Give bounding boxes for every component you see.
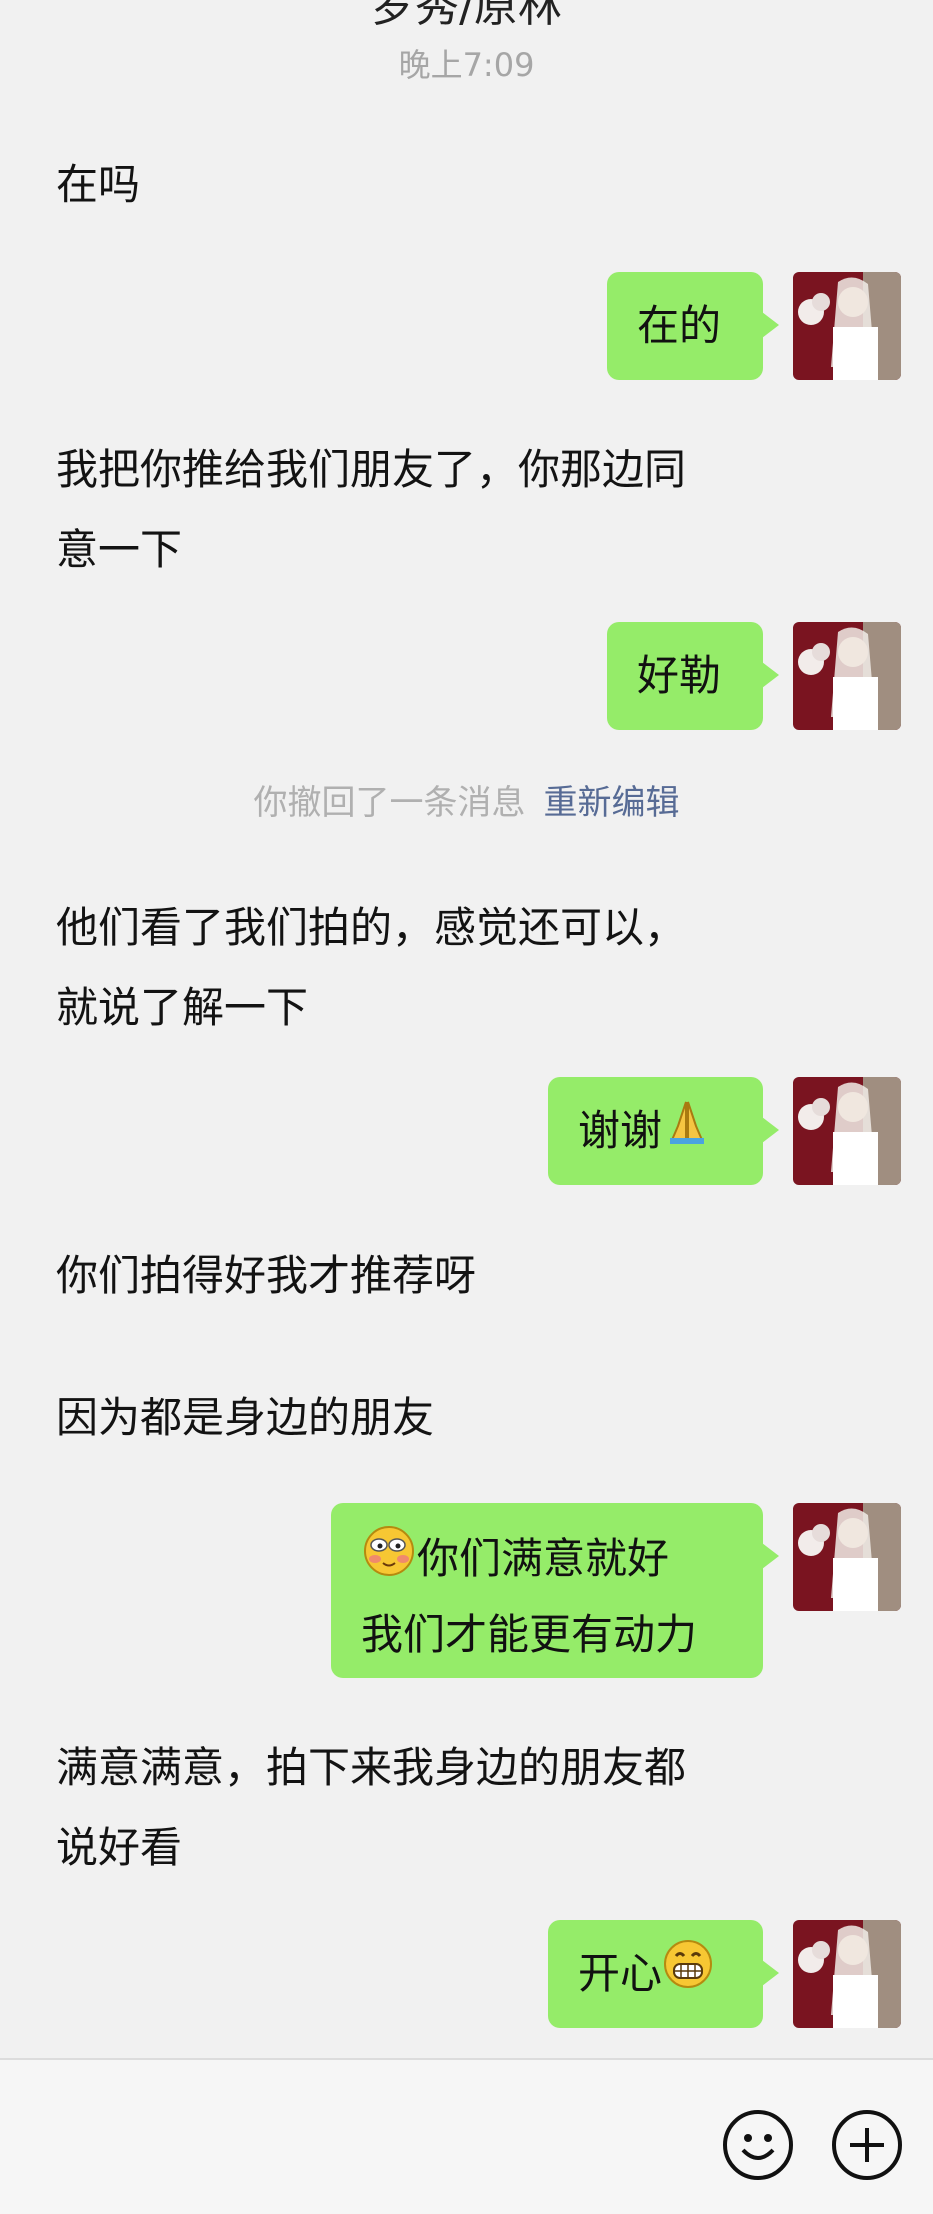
avatar[interactable] (793, 272, 901, 380)
message-text-line: 我把你推给我们朋友了，你那边同 (56, 445, 687, 494)
grin-emoji-icon (662, 1938, 714, 2011)
incoming-message: 因为都是身边的朋友 (56, 1378, 756, 1458)
avatar[interactable] (793, 1920, 901, 2028)
message-text: 开心 (578, 1949, 663, 1998)
outgoing-bubble[interactable]: 好勒 (607, 622, 779, 730)
recall-notice: 你撤回了一条消息 重新编辑 (0, 775, 933, 824)
message-text-line: 满意满意，拍下来我身边的朋友都 (56, 1743, 687, 1792)
message-text-line: 我们才能更有动力 (361, 1610, 698, 1659)
outgoing-bubble[interactable]: 在的 (607, 272, 779, 380)
plus-icon[interactable] (832, 2110, 902, 2180)
message-text: 谢谢 (578, 1106, 663, 1155)
avatar[interactable] (793, 1077, 901, 1185)
timestamp: 晚上7:09 (398, 46, 535, 84)
message-text-line: 说好看 (56, 1823, 183, 1872)
message-text: 在的 (637, 301, 722, 350)
message-text: 你们拍得好我才推荐呀 (56, 1251, 477, 1300)
blush-emoji-icon (361, 1523, 417, 1600)
reedit-link[interactable]: 重新编辑 (544, 783, 680, 823)
chat-title: 罗秀/原林 (371, 0, 562, 32)
avatar[interactable] (793, 1503, 901, 1611)
incoming-message: 你们拍得好我才推荐呀 (56, 1236, 756, 1316)
avatar[interactable] (793, 622, 901, 730)
recall-text: 你撤回了一条消息 (253, 783, 526, 823)
input-bar (0, 2058, 933, 2214)
incoming-message: 我把你推给我们朋友了，你那边同 意一下 (56, 430, 756, 590)
message-text: 好勒 (637, 651, 722, 700)
message-text-line: 你们满意就好 (361, 1523, 733, 1600)
pray-emoji-icon (662, 1096, 712, 1167)
message-text-line: 他们看了我们拍的，感觉还可以， (56, 903, 687, 952)
incoming-message: 满意满意，拍下来我身边的朋友都 说好看 (56, 1728, 756, 1888)
incoming-message: 在吗 (56, 145, 756, 225)
message-text-line: 就说了解一下 (56, 983, 309, 1032)
outgoing-bubble[interactable]: 开心 (548, 1920, 779, 2028)
smiley-icon[interactable] (723, 2110, 793, 2180)
message-text: 因为都是身边的朋友 (56, 1393, 435, 1442)
message-text: 你们满意就好 (417, 1534, 670, 1583)
outgoing-bubble[interactable]: 你们满意就好 我们才能更有动力 (331, 1503, 779, 1678)
message-text: 在吗 (56, 160, 141, 209)
incoming-message: 他们看了我们拍的，感觉还可以， 就说了解一下 (56, 888, 756, 1048)
outgoing-bubble[interactable]: 谢谢 (548, 1077, 779, 1185)
message-text-line: 意一下 (56, 525, 183, 574)
